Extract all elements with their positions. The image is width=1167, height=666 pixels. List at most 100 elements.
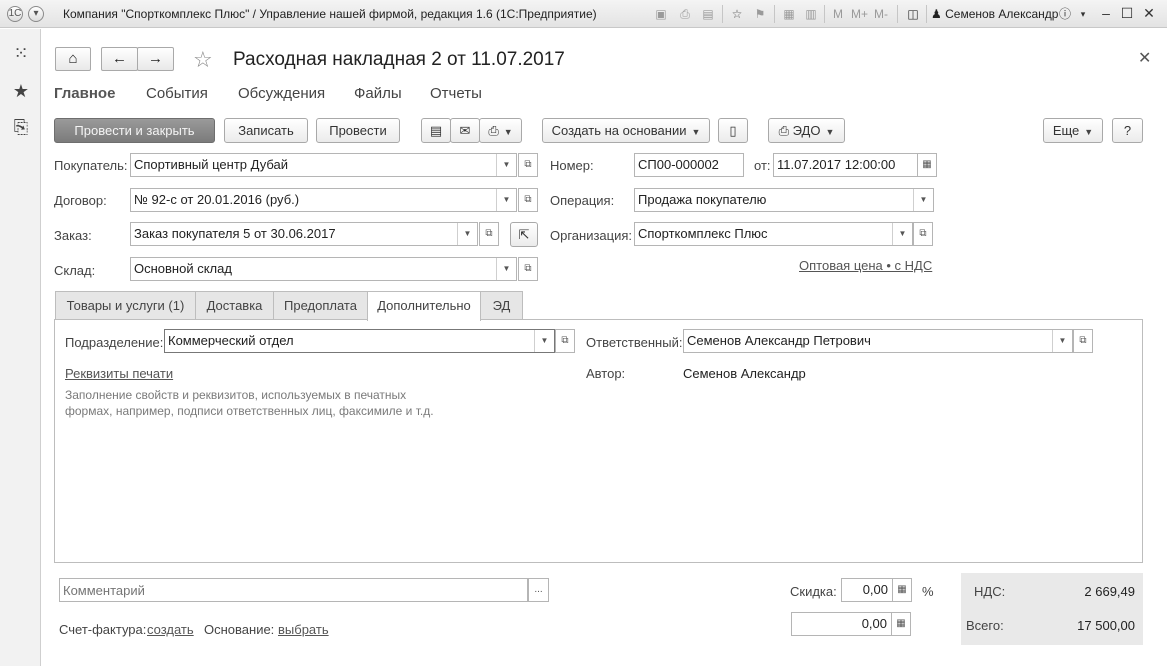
tab-ed[interactable]: ЭД xyxy=(480,291,523,319)
open-icon[interactable]: ⧉ xyxy=(518,257,538,281)
open-icon[interactable]: ⧉ xyxy=(518,188,538,212)
post-button[interactable]: Провести xyxy=(316,118,400,143)
tab-reports[interactable]: Отчеты xyxy=(430,85,482,102)
print-icon[interactable]: ⎙ xyxy=(677,6,693,22)
chevron-down-icon[interactable]: ▼ xyxy=(892,223,912,245)
page-title: Расходная накладная 2 от 11.07.2017 xyxy=(233,49,565,70)
current-user[interactable]: ♟ Семенов Александр xyxy=(931,7,1058,21)
close-form-icon[interactable]: ✕ xyxy=(1138,48,1151,68)
create-based-on-button[interactable]: Создать на основании ▼ xyxy=(542,118,710,143)
operation-field[interactable]: Продажа покупателю ▼ xyxy=(634,188,934,212)
calendar-icon[interactable]: ▥ xyxy=(803,6,819,22)
post-and-close-button[interactable]: Провести и закрыть xyxy=(54,118,215,143)
responsible-field[interactable]: Семенов Александр Петрович ▼ xyxy=(683,329,1073,353)
discount-field[interactable]: 0,00 xyxy=(841,578,893,602)
division-field[interactable]: Коммерческий отдел ▼ xyxy=(164,329,555,353)
tab-additional[interactable]: Дополнительно xyxy=(367,291,481,321)
back-button[interactable]: ← xyxy=(101,47,138,71)
printer-icon: ⎙ xyxy=(488,123,499,138)
memory-mminus-button[interactable]: M- xyxy=(874,7,888,21)
minimize-icon[interactable]: – xyxy=(1097,4,1115,22)
arrow-right-icon: → xyxy=(148,50,163,67)
star-icon[interactable]: ☆ xyxy=(193,47,213,73)
print-button[interactable]: ⎙ ▼ xyxy=(479,118,522,143)
email-button[interactable]: ✉ xyxy=(450,118,480,143)
calculator-icon[interactable]: ▦ xyxy=(892,578,912,602)
chevron-down-icon[interactable]: ▼ xyxy=(496,189,516,211)
document-button[interactable]: ▯ xyxy=(718,118,748,143)
forward-button[interactable]: → xyxy=(137,47,174,71)
all-sections-icon[interactable]: ⁙ xyxy=(11,43,31,63)
report-button[interactable]: ▤ xyxy=(421,118,451,143)
save-icon[interactable]: ▣ xyxy=(653,6,669,22)
open-icon[interactable]: ⧉ xyxy=(555,329,575,353)
chevron-down-icon[interactable]: ▼ xyxy=(913,189,933,211)
calendar-icon[interactable]: ▦ xyxy=(917,153,937,177)
tab-events[interactable]: События xyxy=(146,85,208,102)
chevron-down-icon[interactable]: ▼ xyxy=(534,330,554,352)
chevron-down-icon[interactable]: ▼ xyxy=(496,258,516,280)
tab-main[interactable]: Главное xyxy=(54,85,115,102)
help-button[interactable]: ? xyxy=(1112,118,1143,143)
tab-delivery[interactable]: Доставка xyxy=(195,291,274,319)
basis-select-link[interactable]: выбрать xyxy=(278,622,329,637)
tab-files[interactable]: Файлы xyxy=(354,85,402,102)
organization-field[interactable]: Спорткомплекс Плюс ▼ xyxy=(634,222,913,246)
calculator-icon[interactable]: ▦ xyxy=(781,6,797,22)
memory-mplus-button[interactable]: M+ xyxy=(851,7,868,21)
main-menu-icon[interactable]: ▾ xyxy=(28,6,44,22)
save-button[interactable]: Записать xyxy=(224,118,308,143)
chevron-down-icon: ▼ xyxy=(1084,127,1094,137)
invoice-create-link[interactable]: создать xyxy=(147,622,194,637)
chevron-down-icon[interactable]: ▼ xyxy=(1052,330,1072,352)
memory-m-button[interactable]: M xyxy=(833,7,843,21)
mail-icon: ✉ xyxy=(459,123,471,138)
app-logo-icon[interactable]: 1С xyxy=(7,6,23,22)
home-button[interactable]: ⌂ xyxy=(55,47,91,71)
fill-by-order-button[interactable]: ⇱ xyxy=(510,222,538,247)
edo-button[interactable]: ⎙ ЭДО ▼ xyxy=(768,118,845,143)
maximize-icon[interactable]: ☐ xyxy=(1118,4,1136,22)
buyer-field[interactable]: Спортивный центр Дубай ▼ xyxy=(130,153,517,177)
favorites-icon[interactable]: ☆ xyxy=(729,6,745,22)
responsible-label: Ответственный: xyxy=(586,335,683,350)
discount-amount-field[interactable]: 0,00 xyxy=(791,612,892,636)
date-field[interactable]: 11.07.2017 12:00:00 xyxy=(773,153,918,177)
document-icon: ▯ xyxy=(729,123,737,138)
history-icon[interactable]: ⎘ xyxy=(11,117,31,137)
contract-field[interactable]: № 92-с от 20.01.2016 (руб.) ▼ xyxy=(130,188,517,212)
comment-input[interactable] xyxy=(59,578,528,602)
price-type-link[interactable]: Оптовая цена • с НДС xyxy=(799,258,932,273)
warehouse-field[interactable]: Основной склад ▼ xyxy=(130,257,517,281)
tab-discussions[interactable]: Обсуждения xyxy=(238,85,325,102)
comment-more-button[interactable]: ... xyxy=(528,578,549,602)
open-icon[interactable]: ⧉ xyxy=(518,153,538,177)
favorites-star-icon[interactable]: ★ xyxy=(11,81,31,101)
open-icon[interactable]: ⧉ xyxy=(1073,329,1093,353)
chevron-down-icon[interactable]: ▼ xyxy=(496,154,516,176)
chevron-down-icon: ▼ xyxy=(503,127,513,137)
chevron-down-icon[interactable]: ▼ xyxy=(457,223,477,245)
close-window-icon[interactable]: ✕ xyxy=(1140,4,1158,22)
tab-goods[interactable]: Товары и услуги (1) xyxy=(55,291,196,319)
more-button[interactable]: Еще ▼ xyxy=(1043,118,1103,143)
warehouse-label: Склад: xyxy=(54,263,96,278)
info-icon[interactable]: ⓘ xyxy=(1057,6,1073,22)
total-label: Всего: xyxy=(966,618,1004,633)
print-requisites-link[interactable]: Реквизиты печати xyxy=(65,366,173,381)
open-icon[interactable]: ⧉ xyxy=(479,222,499,246)
total-value: 17 500,00 xyxy=(1077,618,1135,633)
order-field[interactable]: Заказ покупателя 5 от 30.06.2017 ▼ xyxy=(130,222,478,246)
info-dropdown-icon[interactable]: ▾ xyxy=(1075,6,1091,22)
bookmark-icon[interactable]: ⚑ xyxy=(752,6,768,22)
open-icon[interactable]: ⧉ xyxy=(913,222,933,246)
date-label: от: xyxy=(754,158,771,173)
preview-icon[interactable]: ▤ xyxy=(700,6,716,22)
panels-icon[interactable]: ◫ xyxy=(905,6,921,22)
document-report-icon: ▤ xyxy=(429,123,443,138)
calculator-icon[interactable]: ▦ xyxy=(891,612,911,636)
totals-panel: НДС: 2 669,49 Всего: 17 500,00 xyxy=(961,573,1143,645)
tab-prepayment[interactable]: Предоплата xyxy=(273,291,368,319)
chevron-down-icon: ▼ xyxy=(691,127,701,137)
number-field[interactable]: СП00-000002 xyxy=(634,153,744,177)
